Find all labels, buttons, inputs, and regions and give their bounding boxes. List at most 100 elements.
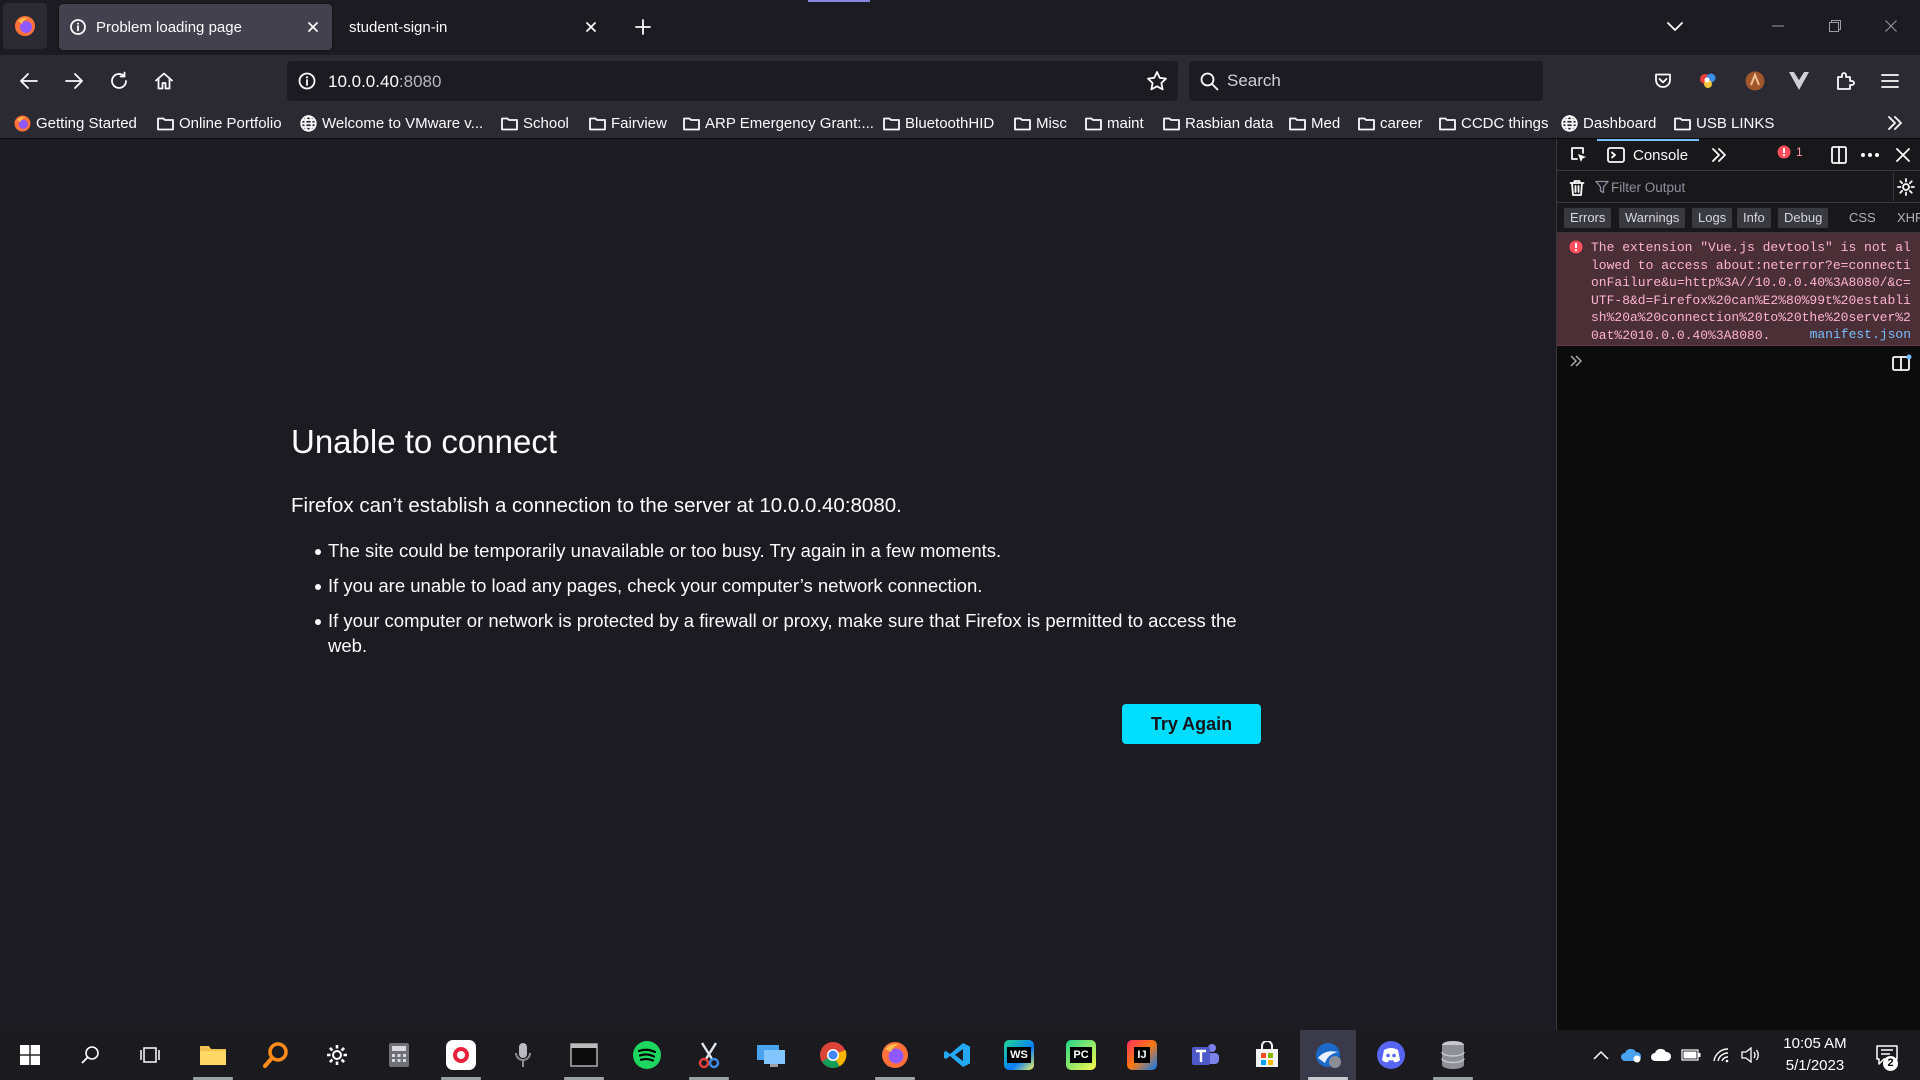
more-tools-button[interactable]: [1707, 141, 1731, 169]
tab-student-sign-in[interactable]: student-sign-in: [337, 4, 610, 50]
bookmark-folder-med[interactable]: Med: [1289, 111, 1340, 135]
filter-debug-button[interactable]: Debug: [1778, 208, 1829, 228]
windows-icon: [20, 1045, 40, 1065]
message-source-link[interactable]: manifest.json: [1810, 327, 1911, 342]
filter-xhr-button[interactable]: XHR: [1895, 208, 1920, 228]
extensions-button[interactable]: [1827, 63, 1863, 99]
search-input[interactable]: [1227, 67, 1527, 95]
bookmark-star-button[interactable]: [1142, 66, 1172, 96]
bookmark-folder-fairview[interactable]: Fairview: [589, 111, 667, 135]
clear-console-button[interactable]: [1565, 173, 1589, 201]
firefox-button[interactable]: [867, 1030, 923, 1080]
terminal-button[interactable]: [556, 1030, 612, 1080]
bookmark-folder-maint[interactable]: maint: [1085, 111, 1144, 135]
new-tab-button[interactable]: [628, 12, 658, 42]
search-bar[interactable]: [1189, 61, 1543, 101]
close-tab-button[interactable]: [576, 12, 606, 42]
bookmark-getting-started[interactable]: Getting Started: [14, 111, 137, 135]
close-devtools-button[interactable]: [1891, 141, 1915, 169]
battery-icon[interactable]: [1676, 1030, 1706, 1080]
url-text[interactable]: 10.0.0.40:8080: [328, 72, 441, 92]
close-window-button[interactable]: [1868, 8, 1914, 44]
start-button[interactable]: [2, 1030, 58, 1080]
file-explorer-button[interactable]: [185, 1030, 241, 1080]
vscode-button[interactable]: [929, 1030, 985, 1080]
microphone-app-button[interactable]: [495, 1030, 551, 1080]
snipping-tool-button[interactable]: [681, 1030, 737, 1080]
try-again-button[interactable]: Try Again: [1122, 704, 1261, 744]
intellij-button[interactable]: IJ: [1114, 1030, 1170, 1080]
search-app-button[interactable]: [248, 1030, 304, 1080]
back-button[interactable]: [11, 63, 47, 99]
bookmark-folder-misc[interactable]: Misc: [1014, 111, 1067, 135]
task-view-button[interactable]: [122, 1030, 178, 1080]
bookmark-folder-school[interactable]: School: [501, 111, 569, 135]
webstorm-button[interactable]: WS: [991, 1030, 1047, 1080]
extension-color-button[interactable]: [1690, 63, 1726, 99]
tab-problem-loading[interactable]: Problem loading page: [59, 4, 332, 50]
remote-desktop-button[interactable]: [743, 1030, 799, 1080]
show-hidden-icons-button[interactable]: [1586, 1030, 1616, 1080]
tab-console[interactable]: Console: [1597, 139, 1699, 171]
site-info-icon[interactable]: [298, 72, 316, 90]
network-tool-button[interactable]: [1300, 1030, 1356, 1080]
gear-icon: [1896, 178, 1915, 196]
bookmark-folder-career[interactable]: career: [1358, 111, 1423, 135]
address-bar[interactable]: 10.0.0.40:8080: [287, 61, 1178, 101]
screen-recorder-button[interactable]: [433, 1030, 489, 1080]
bookmark-label: Getting Started: [36, 114, 137, 132]
console-settings-button[interactable]: [1893, 173, 1917, 201]
filter-logs-button[interactable]: Logs: [1692, 208, 1733, 228]
chrome-button[interactable]: [805, 1030, 861, 1080]
profile-extension-button[interactable]: [1737, 63, 1773, 99]
spotify-button[interactable]: [619, 1030, 675, 1080]
notification-center-button[interactable]: 2: [1862, 1030, 1912, 1080]
teams-button[interactable]: [1177, 1030, 1233, 1080]
firefox-view-button[interactable]: [3, 3, 47, 49]
discord-button[interactable]: [1363, 1030, 1419, 1080]
reload-button[interactable]: [101, 63, 137, 99]
database-app-button[interactable]: [1425, 1030, 1481, 1080]
restore-button[interactable]: [1812, 8, 1858, 44]
devtools-menu-button[interactable]: [1858, 141, 1882, 169]
taskbar-clock[interactable]: 10:05 AM 5/1/2023: [1760, 1033, 1870, 1077]
calculator-button[interactable]: [371, 1030, 427, 1080]
bookmark-folder-rasbian-data[interactable]: Rasbian data: [1163, 111, 1273, 135]
element-picker-button[interactable]: [1565, 141, 1593, 169]
home-button[interactable]: [146, 63, 182, 99]
filter-css-button[interactable]: CSS: [1847, 208, 1878, 228]
bookmark-dashboard[interactable]: Dashboard: [1561, 111, 1656, 135]
tab-strip: Problem loading page student-sign-in: [0, 0, 1920, 55]
filter-warnings-button[interactable]: Warnings: [1619, 208, 1686, 228]
settings-button[interactable]: [309, 1030, 365, 1080]
microsoft-store-button[interactable]: [1239, 1030, 1295, 1080]
error-count-badge[interactable]: 1: [1777, 145, 1803, 159]
bookmark-folder-usb-links[interactable]: USB LINKS: [1674, 111, 1774, 135]
bookmark-folder-arp-grant[interactable]: ARP Emergency Grant:...: [683, 111, 874, 135]
bookmark-welcome-vmware[interactable]: Welcome to VMware v...: [300, 111, 483, 135]
onedrive-icon[interactable]: [1616, 1030, 1646, 1080]
filter-errors-button[interactable]: Errors: [1564, 208, 1612, 228]
console-filter-input[interactable]: [1611, 175, 1851, 199]
app-menu-button[interactable]: [1872, 63, 1908, 99]
filter-info-button[interactable]: Info: [1737, 208, 1771, 228]
toggle-sidebar-button[interactable]: [1890, 351, 1914, 375]
folder-icon: [1163, 115, 1180, 132]
taskbar-search-button[interactable]: [62, 1030, 118, 1080]
cloud-icon[interactable]: [1646, 1030, 1676, 1080]
more-bookmarks-button[interactable]: [1880, 109, 1910, 137]
vue-devtools-button[interactable]: [1781, 63, 1817, 99]
wifi-icon[interactable]: [1706, 1030, 1736, 1080]
bookmark-folder-ccdc-things[interactable]: CCDC things: [1439, 111, 1549, 135]
remote-desktop-icon: [756, 1042, 786, 1068]
bookmark-folder-bluetoothhid[interactable]: BluetoothHID: [883, 111, 994, 135]
console-input-prompt[interactable]: [1569, 355, 1583, 367]
minimize-button[interactable]: [1755, 8, 1801, 44]
close-tab-button[interactable]: [298, 12, 328, 42]
dock-button[interactable]: [1827, 141, 1851, 169]
bookmark-folder-online-portfolio[interactable]: Online Portfolio: [157, 111, 282, 135]
pocket-button[interactable]: [1645, 63, 1681, 99]
pycharm-button[interactable]: PC: [1053, 1030, 1109, 1080]
list-all-tabs-button[interactable]: [1660, 12, 1690, 42]
forward-button[interactable]: [56, 63, 92, 99]
